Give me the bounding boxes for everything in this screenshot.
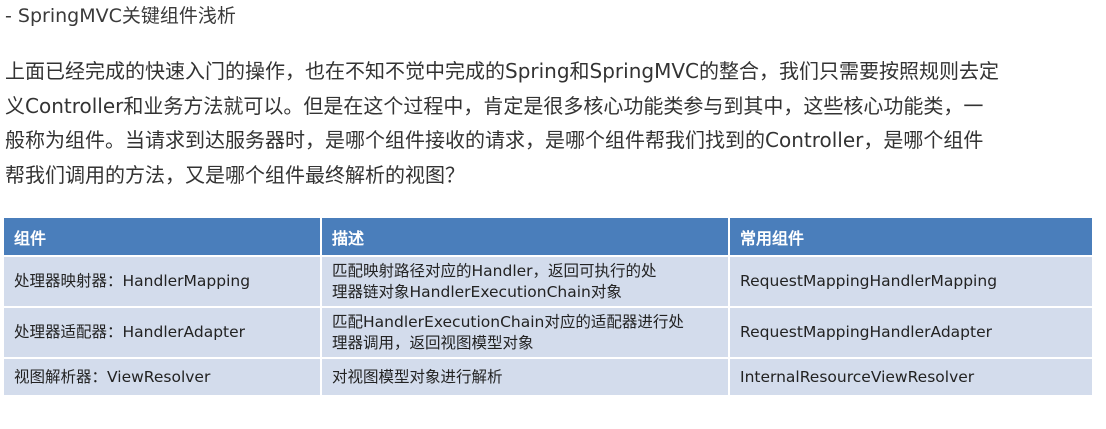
table-row: 视图解析器：ViewResolver 对视图模型对象进行解析 InternalR… bbox=[4, 357, 1092, 395]
description-line: 匹配映射路径对应的Handler，返回可执行的处 bbox=[332, 261, 657, 280]
description-line: 匹配HandlerExecutionChain对应的适配器进行处 bbox=[332, 312, 684, 331]
cell-description: 匹配映射路径对应的Handler，返回可执行的处 理器链对象HandlerExe… bbox=[321, 255, 730, 307]
header-description: 描述 bbox=[321, 218, 730, 256]
table-row: 处理器映射器：HandlerMapping 匹配映射路径对应的Handler，返… bbox=[4, 255, 1092, 307]
paragraph-line: 般称为组件。当请求到达服务器时，是哪个组件接收的请求，是哪个组件帮我们找到的Co… bbox=[5, 128, 984, 152]
components-table: 组件 描述 常用组件 处理器映射器：HandlerMapping 匹配映射路径对… bbox=[4, 218, 1092, 395]
paragraph-line: 帮我们调用的方法，又是哪个组件最终解析的视图？ bbox=[5, 162, 465, 187]
description-line: 对视图模型对象进行解析 bbox=[332, 367, 503, 386]
cell-common-component: InternalResourceViewResolver bbox=[729, 357, 1092, 395]
table-row: 处理器适配器：HandlerAdapter 匹配HandlerExecution… bbox=[4, 306, 1092, 358]
intro-paragraph: 上面已经完成的快速入门的操作，也在不知不觉中完成的Spring和SpringMV… bbox=[5, 54, 1085, 192]
header-component: 组件 bbox=[4, 218, 322, 256]
table-header-row: 组件 描述 常用组件 bbox=[4, 218, 1092, 256]
cell-component: 视图解析器：ViewResolver bbox=[4, 357, 322, 395]
header-common-component: 常用组件 bbox=[729, 218, 1092, 256]
paragraph-line: 上面已经完成的快速入门的操作，也在不知不觉中完成的Spring和SpringMV… bbox=[5, 59, 999, 83]
paragraph-line: 义Controller和业务方法就可以。但是在这个过程中，肯定是很多核心功能类参… bbox=[5, 93, 984, 118]
description-line: 理器链对象HandlerExecutionChain对象 bbox=[332, 282, 622, 301]
section-heading: - SpringMVC关键组件浅析 bbox=[5, 5, 236, 27]
cell-common-component: RequestMappingHandlerMapping bbox=[729, 255, 1092, 307]
cell-common-component: RequestMappingHandlerAdapter bbox=[729, 306, 1092, 358]
cell-component: 处理器映射器：HandlerMapping bbox=[4, 255, 322, 307]
cell-component: 处理器适配器：HandlerAdapter bbox=[4, 306, 322, 358]
description-line: 理器调用，返回视图模型对象 bbox=[332, 333, 534, 352]
cell-description: 匹配HandlerExecutionChain对应的适配器进行处 理器调用，返回… bbox=[321, 306, 730, 358]
cell-description: 对视图模型对象进行解析 bbox=[321, 357, 730, 395]
